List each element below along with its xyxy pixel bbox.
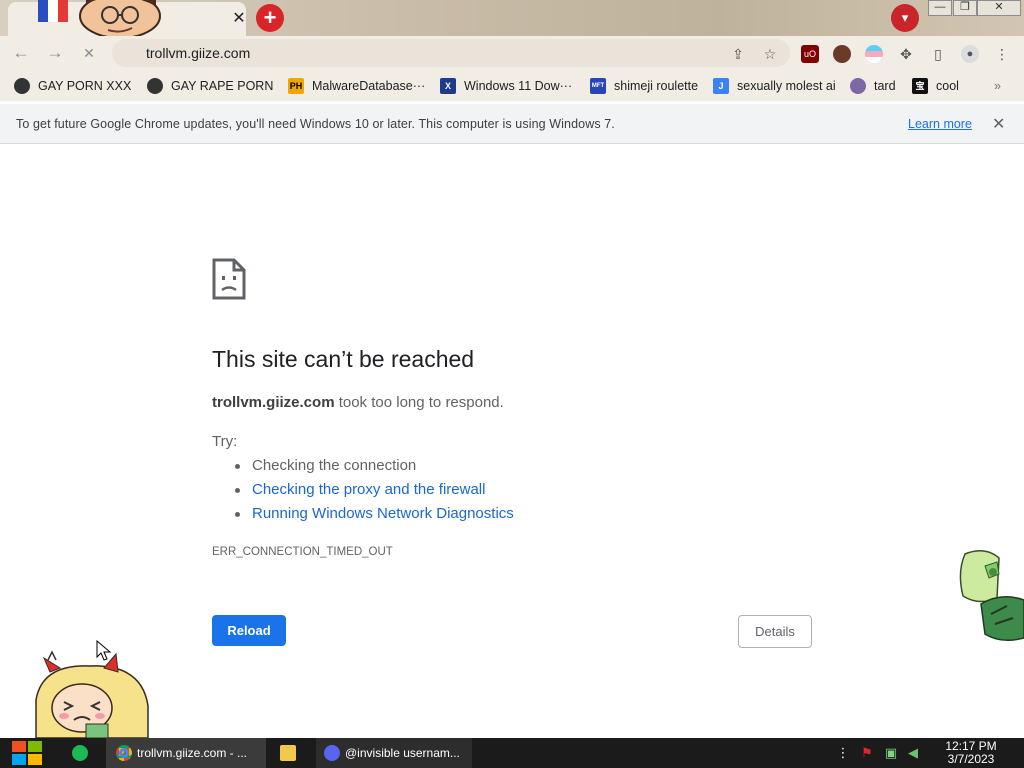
spotify-icon bbox=[72, 745, 88, 761]
bookmark-label: Windows 11 Dow··· bbox=[464, 79, 573, 93]
cool-icon: 宝 bbox=[912, 78, 928, 94]
bookmark-label: cool bbox=[936, 79, 959, 93]
tab-search-button[interactable]: ▾ bbox=[891, 4, 919, 32]
character-sticker-head bbox=[38, 0, 161, 36]
bookmark-item[interactable]: GAY RAPE PORN bbox=[147, 76, 273, 96]
suggestion-network-diagnostics-link[interactable]: Running Windows Network Diagnostics bbox=[235, 504, 514, 528]
back-arrow-icon[interactable]: ← bbox=[10, 42, 32, 64]
bookmark-item[interactable]: 宝 cool bbox=[912, 76, 959, 96]
error-code: ERR_CONNECTION_TIMED_OUT bbox=[212, 546, 393, 558]
error-host-suffix: took too long to respond. bbox=[334, 394, 504, 411]
chevron-down-icon: ▾ bbox=[901, 10, 909, 25]
taskbar-discord-label: @invisible usernam... bbox=[345, 746, 460, 760]
explorer-taskbar-icon[interactable] bbox=[280, 738, 301, 768]
system-clock[interactable]: 12:17 PM 3/7/2023 bbox=[936, 740, 1006, 766]
infobar-close-icon[interactable]: ✕ bbox=[992, 114, 1005, 134]
tab-strip: ✕ + ▾ — ❐ ✕ bbox=[0, 0, 1024, 36]
github-icon bbox=[14, 78, 30, 94]
character-sticker-peridot[interactable] bbox=[955, 548, 1024, 644]
mouse-cursor-icon bbox=[96, 640, 112, 661]
update-infobar: To get future Google Chrome updates, you… bbox=[0, 104, 1024, 144]
ublock-icon[interactable]: uO bbox=[801, 45, 819, 63]
taskbar-discord-window[interactable]: @invisible usernam... bbox=[316, 738, 472, 768]
folder-icon bbox=[280, 745, 296, 761]
window-close-button[interactable]: ✕ bbox=[977, 0, 1021, 16]
browser-toolbar: ← → ✕ trollvm.giize.com ⇪ ☆ uO ✥ ▯ ● ⋮ bbox=[0, 36, 1024, 70]
error-host: trollvm.giize.com bbox=[212, 394, 335, 411]
windows-taskbar: trollvm.giize.com - ... @invisible usern… bbox=[0, 738, 1024, 768]
bookmark-label: MalwareDatabase··· bbox=[312, 79, 426, 93]
bookmark-item[interactable]: X Windows 11 Dow··· bbox=[440, 76, 572, 96]
share-icon[interactable]: ⇪ bbox=[729, 45, 747, 63]
flag-extension-icon[interactable] bbox=[865, 45, 883, 63]
sad-page-icon bbox=[212, 258, 246, 300]
taskbar-chrome-label: trollvm.giize.com - ... bbox=[137, 746, 248, 760]
infobar-message: To get future Google Chrome updates, you… bbox=[16, 117, 615, 131]
minimize-button[interactable]: — bbox=[928, 0, 952, 16]
bookmarks-bar: GAY PORN XXX GAY RAPE PORN PH MalwareDat… bbox=[0, 70, 1024, 101]
bookmark-item[interactable]: PH MalwareDatabase··· bbox=[288, 76, 425, 96]
suggestion-proxy-firewall-link[interactable]: Checking the proxy and the firewall bbox=[235, 480, 514, 504]
taskbar-chrome-window[interactable]: trollvm.giize.com - ... bbox=[106, 738, 266, 768]
suggestion-check-connection: Checking the connection bbox=[235, 456, 514, 480]
side-panel-icon[interactable]: ▯ bbox=[929, 45, 947, 63]
clock-date: 3/7/2023 bbox=[947, 752, 995, 766]
start-windows-icon[interactable] bbox=[10, 739, 44, 767]
x-icon: X bbox=[440, 78, 456, 94]
active-tab[interactable]: ✕ bbox=[8, 0, 248, 36]
error-title: This site can’t be reached bbox=[212, 346, 475, 372]
tab-close-icon[interactable]: ✕ bbox=[230, 10, 248, 28]
network-icon[interactable]: ▣ bbox=[883, 745, 899, 761]
chrome-icon bbox=[116, 745, 132, 761]
globe-icon bbox=[147, 78, 163, 94]
ai-icon: J bbox=[713, 78, 729, 94]
mask-icon bbox=[850, 78, 866, 94]
volume-icon[interactable]: ◀ bbox=[905, 745, 921, 761]
bookmark-label: sexually molest ai bbox=[737, 79, 836, 93]
new-tab-button[interactable]: + bbox=[256, 4, 284, 32]
error-description: trollvm.giize.com took too long to respo… bbox=[212, 394, 504, 411]
mft-icon: MFT bbox=[590, 78, 606, 94]
bookmark-label: GAY RAPE PORN bbox=[171, 79, 274, 93]
character-sticker-star[interactable] bbox=[30, 650, 154, 738]
reload-button[interactable]: Reload bbox=[212, 615, 286, 646]
bookmark-label: tard bbox=[874, 79, 896, 93]
learn-more-link[interactable]: Learn more bbox=[908, 117, 972, 131]
restore-button[interactable]: ❐ bbox=[953, 0, 977, 16]
bookmark-label: shimeji roulette bbox=[614, 79, 699, 93]
more-bookmarks-icon[interactable]: » bbox=[994, 76, 1001, 96]
forward-arrow-icon[interactable]: → bbox=[44, 42, 66, 64]
profile-icon[interactable]: ● bbox=[961, 45, 979, 63]
suggestions-list: Checking the connection Checking the pro… bbox=[235, 456, 514, 528]
details-button[interactable]: Details bbox=[738, 615, 812, 648]
bookmark-star-icon[interactable]: ☆ bbox=[761, 45, 779, 63]
ph-icon: PH bbox=[288, 78, 304, 94]
bookmark-item[interactable]: GAY PORN XXX bbox=[14, 76, 131, 96]
bookmark-item[interactable]: MFT shimeji roulette bbox=[590, 76, 698, 96]
discord-icon bbox=[324, 745, 340, 761]
menu-kebab-icon[interactable]: ⋮ bbox=[993, 45, 1011, 63]
stop-loading-icon[interactable]: ✕ bbox=[78, 42, 100, 64]
puzzle-extensions-icon[interactable]: ✥ bbox=[897, 45, 915, 63]
extension-avatar-icon[interactable] bbox=[833, 45, 851, 63]
bookmark-label: GAY PORN XXX bbox=[38, 79, 132, 93]
bookmark-item[interactable]: tard bbox=[850, 76, 896, 96]
try-label: Try: bbox=[212, 433, 238, 450]
action-center-flag-icon[interactable]: ⚑ bbox=[859, 745, 875, 761]
spotify-taskbar-icon[interactable] bbox=[72, 738, 93, 768]
bookmark-item[interactable]: J sexually molest ai bbox=[713, 76, 836, 96]
tray-overflow-icon[interactable]: ⋮ bbox=[835, 745, 851, 761]
url-text[interactable]: trollvm.giize.com bbox=[146, 45, 250, 61]
